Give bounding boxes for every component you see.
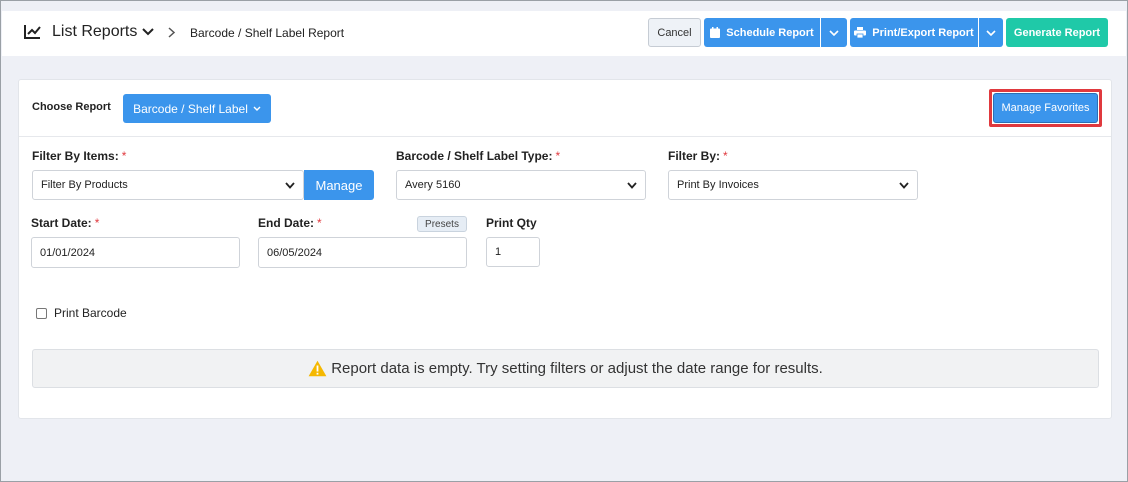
required-mark: * (121, 149, 127, 163)
calendar-icon (710, 27, 721, 38)
choose-report-label: Choose Report (32, 101, 111, 113)
choose-report-dropdown[interactable]: Barcode / Shelf Label (123, 94, 271, 123)
printer-icon (854, 27, 867, 38)
required-mark: * (555, 149, 561, 163)
schedule-report-dropdown[interactable] (821, 18, 847, 47)
print-export-label: Print/Export Report (872, 26, 974, 39)
choose-report-value: Barcode / Shelf Label (133, 101, 248, 116)
chevron-right-icon (168, 27, 176, 38)
print-qty-label: Print Qty (486, 216, 537, 230)
filter-by-items-value: Filter By Products (41, 179, 128, 191)
choose-report-bar: Choose Report Barcode / Shelf Label Mana… (19, 80, 1111, 137)
manage-favorites-button[interactable]: Manage Favorites (993, 93, 1098, 123)
filter-by-items-label: Filter By Items: * (32, 149, 126, 163)
page-title[interactable]: List Reports (52, 23, 137, 41)
print-barcode-label[interactable]: Print Barcode (54, 306, 127, 320)
schedule-report-button[interactable]: Schedule Report (704, 18, 820, 47)
label-type-select[interactable]: Avery 5160 (396, 170, 646, 200)
filter-by-value: Print By Invoices (677, 179, 759, 191)
alert-message: Report data is empty. Try setting filter… (331, 360, 823, 377)
label-type-value: Avery 5160 (405, 179, 461, 191)
page-header: List Reports Barcode / Shelf Label Repor… (2, 11, 1126, 56)
start-date-text: Start Date: (31, 216, 92, 230)
report-card: Choose Report Barcode / Shelf Label Mana… (18, 79, 1112, 419)
end-date-input[interactable]: 06/05/2024 (258, 237, 467, 268)
chevron-down-icon (285, 182, 295, 189)
chevron-down-icon (253, 106, 261, 111)
warning-icon (308, 360, 327, 377)
chevron-down-icon (627, 182, 637, 189)
end-date-label: End Date: * (258, 216, 322, 230)
filter-by-text: Filter By: (668, 149, 721, 163)
chevron-down-icon (829, 29, 839, 36)
label-type-text: Barcode / Shelf Label Type: (396, 149, 553, 163)
filter-by-items-text: Filter By Items: (32, 149, 119, 163)
print-export-dropdown[interactable] (979, 18, 1003, 47)
print-barcode-option[interactable]: Print Barcode (36, 306, 127, 320)
required-mark: * (723, 149, 728, 163)
line-chart-icon (24, 25, 41, 39)
start-date-label: Start Date: * (31, 216, 99, 230)
start-date-input[interactable]: 01/01/2024 (31, 237, 240, 268)
chevron-down-icon (899, 182, 909, 189)
print-qty-input[interactable]: 1 (486, 237, 540, 267)
chevron-down-icon (986, 29, 996, 36)
label-type-label: Barcode / Shelf Label Type: * (396, 149, 560, 163)
required-mark: * (317, 216, 322, 230)
required-mark: * (94, 216, 100, 230)
breadcrumb: Barcode / Shelf Label Report (190, 26, 345, 40)
filter-by-items-select[interactable]: Filter By Products (32, 170, 304, 200)
app-frame: List Reports Barcode / Shelf Label Repor… (0, 0, 1128, 482)
empty-report-alert: Report data is empty. Try setting filter… (32, 349, 1099, 388)
schedule-report-label: Schedule Report (726, 26, 814, 39)
filter-by-label: Filter By: * (668, 149, 728, 163)
print-export-button[interactable]: Print/Export Report (850, 18, 978, 47)
cancel-button[interactable]: Cancel (648, 18, 701, 47)
generate-report-button[interactable]: Generate Report (1006, 18, 1108, 47)
end-date-text: End Date: (258, 216, 315, 230)
chevron-down-icon[interactable] (142, 28, 154, 36)
presets-button[interactable]: Presets (417, 216, 467, 232)
manage-button[interactable]: Manage (304, 170, 374, 200)
filter-by-select[interactable]: Print By Invoices (668, 170, 918, 200)
print-barcode-checkbox[interactable] (36, 307, 47, 319)
